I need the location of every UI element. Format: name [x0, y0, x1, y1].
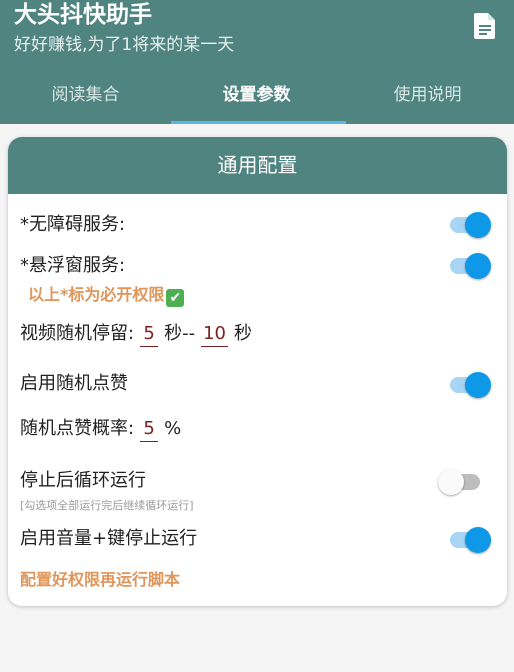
- switch-thumb: [465, 212, 491, 238]
- like-rate-row: 随机点赞概率: 5%: [20, 416, 181, 442]
- switch-thumb: [465, 253, 491, 279]
- accessibility-service-label: *无障碍服务:: [20, 214, 126, 235]
- card-title: 通用配置: [8, 137, 507, 194]
- like-rate-unit: %: [164, 418, 182, 439]
- stay-separator: 秒--: [164, 323, 196, 344]
- app-title: 大头抖快助手: [14, 2, 152, 28]
- tab-settings[interactable]: 设置参数: [171, 72, 342, 124]
- floating-window-service-label: *悬浮窗服务:: [20, 255, 126, 276]
- switch-thumb: [465, 372, 491, 398]
- config-before-run-note: 配置好权限再运行脚本: [20, 570, 181, 589]
- volume-stop-toggle[interactable]: [448, 524, 492, 554]
- tab-reading-collection[interactable]: 阅读集合: [0, 72, 171, 124]
- loop-run-hint: [勾选项全部运行完后继续循环运行]: [20, 499, 194, 512]
- active-tab-indicator: [171, 121, 346, 124]
- random-stay-row: 视频随机停留: 5 秒-- 10 秒: [20, 321, 252, 347]
- random-like-toggle[interactable]: [448, 369, 492, 399]
- app-bar: 大头抖快助手 好好赚钱,为了1将来的某一天 阅读集合 设置参数 使用说明: [0, 0, 514, 124]
- switch-thumb: [438, 469, 464, 495]
- document-icon[interactable]: [473, 12, 497, 40]
- switch-thumb: [465, 527, 491, 553]
- volume-stop-label: 启用音量+键停止运行: [20, 528, 198, 549]
- tab-instructions[interactable]: 使用说明: [342, 72, 513, 124]
- like-rate-label: 随机点赞概率:: [20, 418, 135, 439]
- app-subtitle: 好好赚钱,为了1将来的某一天: [14, 35, 235, 55]
- required-permissions-text: 以上*标为必开权限: [28, 285, 165, 304]
- stay-unit: 秒: [233, 323, 252, 344]
- like-rate-input[interactable]: 5: [140, 417, 159, 442]
- stay-min-input[interactable]: 5: [140, 322, 159, 347]
- check-mark-icon: ✔: [166, 289, 185, 307]
- random-stay-label: 视频随机停留:: [20, 323, 135, 344]
- random-like-label: 启用随机点赞: [20, 373, 128, 394]
- floating-window-service-toggle[interactable]: [448, 250, 492, 280]
- accessibility-service-toggle[interactable]: [448, 209, 492, 239]
- tab-bar: 阅读集合 设置参数 使用说明: [0, 72, 514, 124]
- loop-run-toggle[interactable]: [438, 466, 482, 496]
- loop-run-label: 停止后循环运行: [20, 470, 146, 491]
- stay-max-input[interactable]: 10: [201, 322, 228, 347]
- required-permissions-note: 以上*标为必开权限 ✔: [28, 283, 185, 307]
- general-config-card: 通用配置 *无障碍服务: *悬浮窗服务: 以上*标为必开权限 ✔ 视频随机停留: 5…: [8, 137, 507, 606]
